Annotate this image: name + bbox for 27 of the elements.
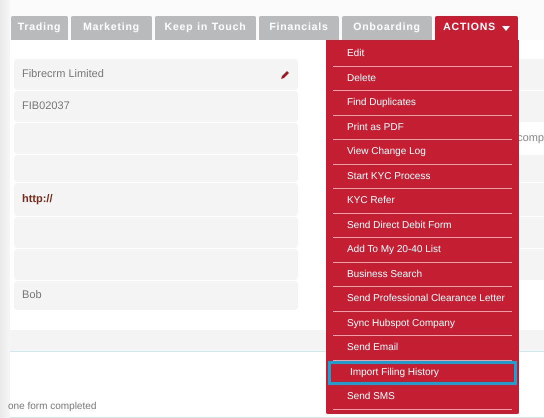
field-value: Bob	[22, 288, 42, 304]
menu-item[interactable]: Send Email	[333, 336, 512, 360]
menu-item[interactable]: Print as PDF	[333, 116, 512, 140]
field-value: FIB02037	[22, 99, 70, 114]
caret-icon	[502, 26, 510, 30]
menu-item[interactable]: Import Filing History	[328, 360, 517, 385]
menu-item[interactable]: KYC Refer	[333, 189, 512, 214]
menu-item[interactable]: Find Duplicates	[333, 91, 512, 116]
menu-item[interactable]: View Change Log	[333, 140, 512, 164]
pencil-icon[interactable]	[280, 70, 290, 80]
menu-item[interactable]: Send SMS	[333, 385, 512, 410]
menu-item[interactable]: Send Direct Debit Form	[333, 214, 512, 238]
field-value: http://	[22, 192, 53, 208]
menu-item[interactable]: Sync Hubspot Company	[333, 312, 512, 336]
form-field[interactable]: Fibrecrm Limited	[14, 59, 298, 90]
form-field[interactable]: Bob	[14, 281, 298, 310]
form-field[interactable]: FIB02037	[14, 91, 298, 122]
menu-item[interactable]: Add To My 20-40 List	[333, 238, 512, 262]
form-field[interactable]: http://	[14, 183, 298, 216]
status-text: one form completed	[8, 400, 98, 414]
menu-item[interactable]: Delete	[333, 66, 512, 91]
menu-item[interactable]: Start KYC Process	[333, 164, 512, 189]
tab[interactable]: ACTIONS	[435, 16, 518, 40]
menu-item[interactable]: Send Professional Clearance Letter	[333, 287, 512, 312]
menu-item[interactable]: Business Search	[333, 262, 512, 287]
field-value: Fibrecrm Limited	[22, 67, 104, 82]
menu-item[interactable]: Edit	[333, 42, 512, 66]
